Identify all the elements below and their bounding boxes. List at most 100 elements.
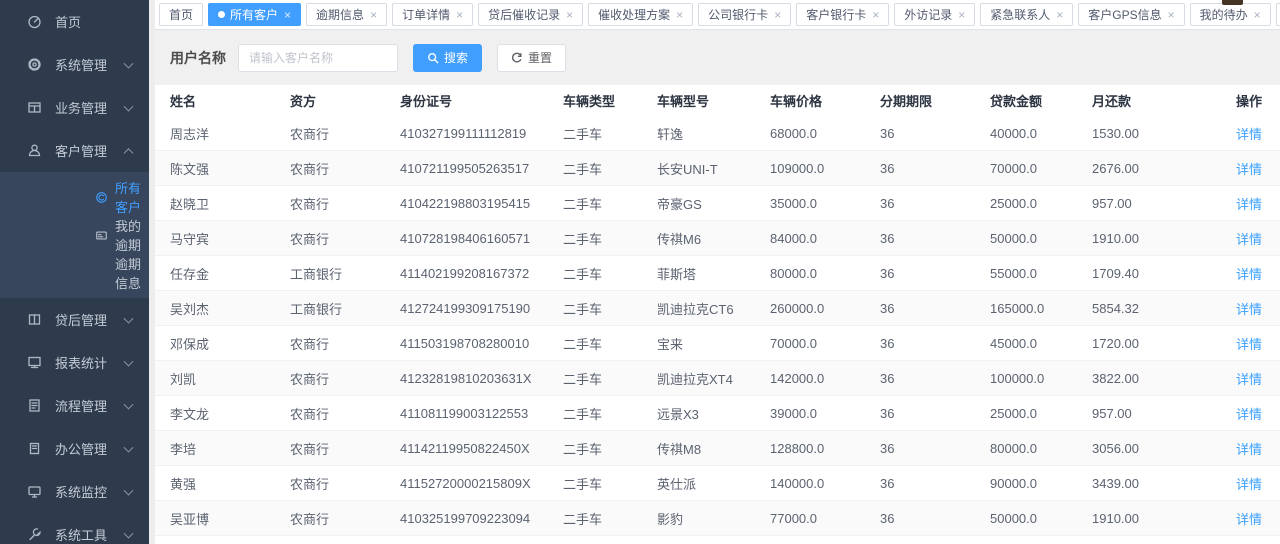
- tab-close-icon[interactable]: ×: [958, 9, 965, 21]
- tab-1[interactable]: 所有客户×: [208, 3, 301, 26]
- tab-close-icon[interactable]: ×: [456, 9, 463, 21]
- table-cell: 吴亚博: [155, 509, 275, 528]
- table-cell: 赵晓卫: [155, 194, 275, 213]
- table-cell: 凯迪拉克XT4: [642, 369, 755, 388]
- table-cell: 马守宾: [155, 229, 275, 248]
- table-cell: 35000.0: [755, 196, 865, 211]
- tab-close-icon[interactable]: ×: [774, 9, 781, 21]
- detail-link[interactable]: 详情: [1236, 442, 1262, 457]
- avatar-fragment[interactable]: [1222, 0, 1243, 5]
- sidebar-subitem-label: 我的逾期: [115, 216, 149, 254]
- sidebar-item-2[interactable]: 业务管理: [0, 86, 149, 129]
- table-row: 黄强农商行41152720000215809X二手车英仕派140000.0369…: [155, 466, 1280, 501]
- tab-close-icon[interactable]: ×: [370, 9, 377, 21]
- tab-close-icon[interactable]: ×: [1254, 9, 1261, 21]
- tab-11[interactable]: 我的待办×: [1190, 3, 1271, 26]
- sidebar-subitem-3-1[interactable]: 我的逾期: [0, 216, 149, 254]
- table-cell-actions: 详情: [1225, 369, 1280, 388]
- detail-link[interactable]: 详情: [1236, 162, 1262, 177]
- sidebar-item-7[interactable]: 办公管理: [0, 427, 149, 470]
- tab-10[interactable]: 客户GPS信息×: [1078, 3, 1184, 26]
- table-cell-actions: 详情: [1225, 334, 1280, 353]
- tab-5[interactable]: 催收处理方案×: [588, 3, 693, 26]
- table-cell: 412724199309175190: [385, 301, 548, 316]
- detail-link[interactable]: 详情: [1236, 477, 1262, 492]
- table-cell-actions: 详情: [1225, 299, 1280, 318]
- table-cell: 3056.00: [1077, 441, 1225, 456]
- tab-close-icon[interactable]: ×: [284, 9, 291, 21]
- search-button[interactable]: 搜索: [413, 44, 482, 72]
- table-cell: 41152720000215809X: [385, 476, 548, 491]
- tab-close-icon[interactable]: ×: [1168, 9, 1175, 21]
- username-input[interactable]: [238, 44, 398, 72]
- detail-link[interactable]: 详情: [1236, 197, 1262, 212]
- table-cell: 周志洋: [155, 124, 275, 143]
- table-cell: 2676.00: [1077, 161, 1225, 176]
- table-row: 吴亚博农商行410325199709223094二手车影豹77000.03650…: [155, 501, 1280, 536]
- tab-close-icon[interactable]: ×: [566, 9, 573, 21]
- table-cell: 36: [865, 441, 975, 456]
- sidebar-item-6[interactable]: 流程管理: [0, 384, 149, 427]
- sidebar-subitem-3-2[interactable]: 逾期信息: [0, 254, 149, 292]
- table-header-row: 姓名资方身份证号车辆类型车辆型号车辆价格分期期限贷款金额月还款操作: [155, 85, 1280, 116]
- table-cell: 5854.32: [1077, 301, 1225, 316]
- table-cell-actions: 详情: [1225, 159, 1280, 178]
- monitor-icon: [27, 484, 42, 499]
- detail-link[interactable]: 详情: [1236, 407, 1262, 422]
- tab-0[interactable]: 首页: [159, 3, 203, 26]
- tab-7[interactable]: 客户银行卡×: [796, 3, 889, 26]
- sidebar-item-8[interactable]: 系统监控: [0, 470, 149, 513]
- reset-button[interactable]: 重置: [497, 44, 566, 72]
- content-area: 用户名称 搜索: [155, 30, 1280, 544]
- sidebar-item-1[interactable]: 系统管理: [0, 43, 149, 86]
- table-cell: 农商行: [275, 509, 385, 528]
- refresh-icon: [511, 52, 523, 64]
- active-tab-dot: [218, 11, 225, 18]
- tab-2[interactable]: 逾期信息×: [306, 3, 387, 26]
- table-cell: 77000.0: [755, 511, 865, 526]
- table-cell: 36: [865, 476, 975, 491]
- tab-label: 贷后催收记录: [488, 6, 560, 23]
- tab-4[interactable]: 贷后催收记录 ×: [478, 3, 583, 26]
- sidebar-subitem-3-0[interactable]: 所有客户: [0, 178, 149, 216]
- table-cell: 农商行: [275, 404, 385, 423]
- detail-link[interactable]: 详情: [1236, 267, 1262, 282]
- sidebar-item-9[interactable]: 系统工具: [0, 513, 149, 544]
- sidebar-item-5[interactable]: 报表统计: [0, 341, 149, 384]
- sidebar-item-label: 客户管理: [55, 141, 107, 160]
- table-cell: 轩逸: [642, 124, 755, 143]
- office-icon: [27, 441, 42, 456]
- tab-6[interactable]: 公司银行卡×: [698, 3, 791, 26]
- column-header: 车辆价格: [755, 91, 865, 110]
- tab-close-icon[interactable]: ×: [676, 9, 683, 21]
- detail-link[interactable]: 详情: [1236, 302, 1262, 317]
- detail-link[interactable]: 详情: [1236, 512, 1262, 527]
- tab-8[interactable]: 外访记录×: [894, 3, 975, 26]
- detail-link[interactable]: 详情: [1236, 372, 1262, 387]
- table-cell: 二手车: [548, 369, 642, 388]
- tab-close-icon[interactable]: ×: [1056, 9, 1063, 21]
- sidebar-item-0[interactable]: 首页: [0, 0, 149, 43]
- sidebar-item-label: 首页: [55, 12, 81, 31]
- tab-bar: 首页所有客户×逾期信息×订单详情×贷后催收记录×催收处理方案×公司银行卡×客户银…: [155, 0, 1280, 30]
- detail-link[interactable]: 详情: [1236, 127, 1262, 142]
- table-cell-actions: 详情: [1225, 229, 1280, 248]
- chevron-down-icon: [124, 101, 134, 111]
- sidebar-item-3[interactable]: 客户管理: [0, 129, 149, 172]
- table-cell: 帝豪GS: [642, 194, 755, 213]
- tab-9[interactable]: 紧急联系人×: [980, 3, 1073, 26]
- tab-12[interactable]: 我的流程×: [1276, 3, 1280, 26]
- table-cell: 传祺M6: [642, 229, 755, 248]
- detail-link[interactable]: 详情: [1236, 232, 1262, 247]
- table-cell: 二手车: [548, 194, 642, 213]
- table-cell: 957.00: [1077, 406, 1225, 421]
- sidebar-menu: 首页系统管理业务管理客户管理所有客户我的逾期逾期信息贷后管理报表统计流程管理办公…: [0, 0, 149, 544]
- detail-link[interactable]: 详情: [1236, 337, 1262, 352]
- search-form: 用户名称 搜索: [155, 30, 1280, 85]
- tab-3[interactable]: 订单详情×: [392, 3, 473, 26]
- table-row: 李培农商行41142119950822450X二手车传祺M8128800.036…: [155, 431, 1280, 466]
- tab-close-icon[interactable]: ×: [872, 9, 879, 21]
- sidebar-item-4[interactable]: 贷后管理: [0, 298, 149, 341]
- table-cell: 410422198803195415: [385, 196, 548, 211]
- table-cell: 50000.0: [975, 511, 1077, 526]
